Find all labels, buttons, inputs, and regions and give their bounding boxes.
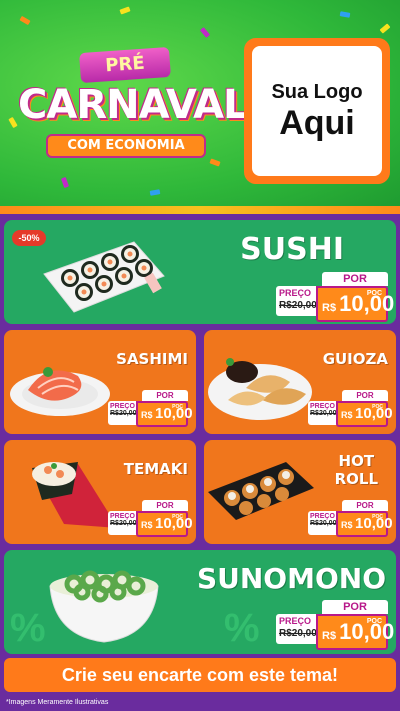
- por-label: POR: [322, 600, 388, 614]
- old-price: PREÇO R$20,00: [108, 401, 138, 425]
- brand-sub-text: COM ECONOMIA: [46, 134, 206, 158]
- unit-label: POC: [366, 618, 382, 625]
- old-price: PREÇO R$20,00: [276, 614, 318, 644]
- product-title: SUSHI: [240, 232, 344, 267]
- old-price: PREÇO R$20,00: [108, 511, 138, 535]
- sashimi-image: [8, 350, 118, 420]
- price-tag: POR PREÇO R$20,00 R$ 10,00 POC: [276, 600, 394, 654]
- old-price-value: R$20,00: [310, 410, 337, 417]
- sunomono-image: [44, 556, 164, 648]
- product-title: TEMAKI: [123, 460, 188, 478]
- currency: R$: [322, 630, 337, 642]
- price-tag: POR PREÇO R$20,00 R$ 10,00 POC: [108, 500, 193, 540]
- por-label: POR: [142, 500, 188, 511]
- confetti: [19, 15, 31, 26]
- new-price: R$ 10,00 POC: [316, 614, 394, 650]
- por-label: POR: [342, 390, 388, 401]
- currency: R$: [341, 410, 353, 420]
- old-price: PREÇO R$20,00: [308, 401, 338, 425]
- old-price-label: PREÇO: [110, 513, 135, 520]
- old-price-value: R$20,00: [279, 300, 317, 311]
- old-price-label: PREÇO: [279, 288, 312, 298]
- product-title-line2: ROLL: [334, 470, 378, 488]
- old-price-label: PREÇO: [279, 616, 312, 626]
- sushi-image: [38, 234, 168, 318]
- product-title: SUNOMONO: [196, 562, 386, 595]
- por-label: POR: [322, 272, 388, 286]
- percent-decoration: %: [10, 606, 46, 650]
- price-tag: POR PREÇO R$20,00 R$ 10,00 POC: [108, 390, 193, 430]
- price-tag: POR PREÇO R$20,00 R$ 10,00 POC: [308, 390, 393, 430]
- old-price-value: R$20,00: [110, 520, 137, 527]
- product-title: GUIOZA: [322, 350, 388, 368]
- old-price-value: R$20,00: [110, 410, 137, 417]
- currency: R$: [341, 520, 353, 530]
- product-title: HOT ROLL: [335, 452, 378, 488]
- confetti: [8, 116, 18, 129]
- guioza-image: [206, 344, 316, 424]
- unit-label: POC: [372, 514, 383, 520]
- currency: R$: [322, 302, 337, 314]
- old-price-label: PREÇO: [310, 403, 335, 410]
- old-price: PREÇO R$20,00: [276, 286, 318, 316]
- hotroll-image: [206, 458, 316, 528]
- brand-main-text: CARNAVAL: [18, 82, 249, 128]
- product-title: SASHIMI: [116, 350, 188, 368]
- unit-label: POC: [172, 404, 183, 410]
- header-banner: PRÉ CARNAVAL COM ECONOMIA Sua Logo Aqui: [0, 0, 400, 212]
- confetti: [339, 11, 351, 18]
- product-card-hotroll: HOT ROLL POR PREÇO R$20,00 R$ 10,00 POC: [204, 440, 396, 544]
- confetti: [149, 189, 161, 196]
- percent-decoration: %: [224, 606, 260, 650]
- cta-banner[interactable]: Crie seu encarte com este tema!: [4, 658, 396, 692]
- logo-placeholder: Sua Logo Aqui: [244, 38, 390, 184]
- logo-line1: Sua Logo: [271, 80, 363, 103]
- confetti: [199, 27, 211, 38]
- logo-line2: Aqui: [279, 103, 355, 142]
- new-price: R$ 10,00 POC: [136, 401, 193, 427]
- product-card-guioza: GUIOZA POR PREÇO R$20,00 R$ 10,00 POC: [204, 330, 396, 434]
- currency: R$: [141, 520, 153, 530]
- por-label: POR: [142, 390, 188, 401]
- product-title-line1: HOT: [338, 452, 375, 470]
- new-price: R$ 10,00 POC: [336, 511, 393, 537]
- old-price-label: PREÇO: [310, 513, 335, 520]
- price-tag: POR PREÇO R$20,00 R$ 10,00 POC: [308, 500, 393, 540]
- old-price-value: R$20,00: [279, 628, 317, 639]
- new-price: R$ 10,00 POC: [136, 511, 193, 537]
- product-card-sashimi: SASHIMI POR PREÇO R$20,00 R$ 10,00 POC: [4, 330, 196, 434]
- old-price-label: PREÇO: [110, 403, 135, 410]
- unit-label: POC: [366, 290, 382, 297]
- old-price: PREÇO R$20,00: [308, 511, 338, 535]
- header-divider: [0, 206, 400, 214]
- product-card-sushi: -50% SUSHI POR PREÇO R$20,00 R$ 10,00 PO…: [4, 220, 396, 324]
- confetti: [379, 23, 391, 34]
- por-label: POR: [342, 500, 388, 511]
- confetti: [119, 6, 131, 15]
- unit-label: POC: [172, 514, 183, 520]
- brand-pre-text: PRÉ: [79, 46, 171, 84]
- brand-logo: PRÉ CARNAVAL COM ECONOMIA: [18, 40, 249, 190]
- new-price: R$ 10,00 POC: [316, 286, 394, 322]
- unit-label: POC: [372, 404, 383, 410]
- currency: R$: [141, 410, 153, 420]
- price-tag: POR PREÇO R$20,00 R$ 10,00 POC: [276, 272, 394, 324]
- product-card-temaki: TEMAKI POR PREÇO R$20,00 R$ 10,00 POC: [4, 440, 196, 544]
- new-price: R$ 10,00 POC: [336, 401, 393, 427]
- product-card-sunomono: % % SUNOMONO POR PREÇO R$20,00 R$ 10,00 …: [4, 550, 396, 654]
- old-price-value: R$20,00: [310, 520, 337, 527]
- disclaimer-text: *Imagens Meramente Ilustrativas: [6, 699, 109, 706]
